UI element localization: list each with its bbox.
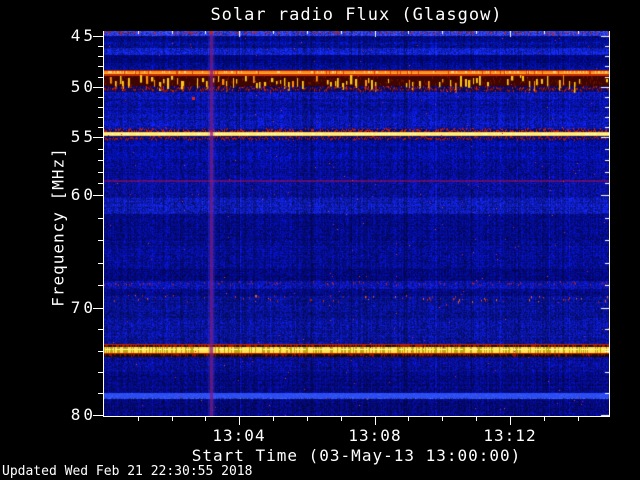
- y-minor-tick: [98, 351, 103, 352]
- y-minor-tick: [98, 46, 103, 47]
- y-minor-tick: [98, 160, 103, 161]
- y-minor-tick: [98, 218, 103, 219]
- y-minor-tick: [98, 117, 103, 118]
- solar-radio-spectrogram-page: Solar radio Flux (Glasgow) Frequency [MH…: [0, 0, 640, 480]
- y-minor-tick: [98, 372, 103, 373]
- y-minor-tick: [98, 263, 103, 264]
- x-minor-tick: [307, 417, 308, 421]
- y-axis-title: Frequency [MHz]: [48, 147, 68, 307]
- x-minor-tick: [341, 417, 342, 421]
- x-minor-tick: [172, 417, 173, 421]
- x-minor-tick: [205, 417, 206, 421]
- y-tick-label: 80: [70, 405, 96, 424]
- x-major-tick: [510, 417, 511, 425]
- x-tick-label: 13:12: [483, 426, 537, 445]
- y-minor-tick: [98, 329, 103, 330]
- y-minor-tick: [98, 285, 103, 286]
- y-tick-label: 60: [70, 185, 96, 204]
- y-minor-tick: [98, 172, 103, 173]
- y-minor-tick: [98, 66, 103, 67]
- x-minor-tick: [544, 417, 545, 421]
- x-minor-tick: [408, 417, 409, 421]
- y-tick-label: 45: [70, 26, 96, 45]
- x-major-tick: [239, 417, 240, 425]
- y-minor-tick: [98, 97, 103, 98]
- page-title: Solar radio Flux (Glasgow): [210, 5, 503, 25]
- x-minor-tick: [273, 417, 274, 421]
- x-axis-title: Start Time (03-May-13 13:00:00): [191, 446, 522, 465]
- updated-timestamp: Updated Wed Feb 21 22:30:55 2018: [2, 464, 253, 479]
- y-minor-tick: [98, 149, 103, 150]
- y-tick-label: 50: [70, 77, 96, 96]
- y-tick-label: 70: [70, 298, 96, 317]
- x-minor-tick: [138, 417, 139, 421]
- y-minor-tick: [98, 183, 103, 184]
- y-tick-label: 55: [70, 127, 96, 146]
- x-major-tick: [375, 417, 376, 425]
- plot-frame: [103, 31, 610, 417]
- x-tick-label: 13:08: [348, 426, 402, 445]
- y-minor-tick: [98, 56, 103, 57]
- y-minor-tick: [98, 240, 103, 241]
- y-minor-tick: [98, 77, 103, 78]
- y-minor-tick: [98, 127, 103, 128]
- y-minor-tick: [98, 393, 103, 394]
- x-minor-tick: [442, 417, 443, 421]
- x-minor-tick: [476, 417, 477, 421]
- x-tick-label: 13:04: [212, 426, 266, 445]
- y-minor-tick: [98, 107, 103, 108]
- x-minor-tick: [578, 417, 579, 421]
- spectrogram-canvas: [104, 31, 609, 416]
